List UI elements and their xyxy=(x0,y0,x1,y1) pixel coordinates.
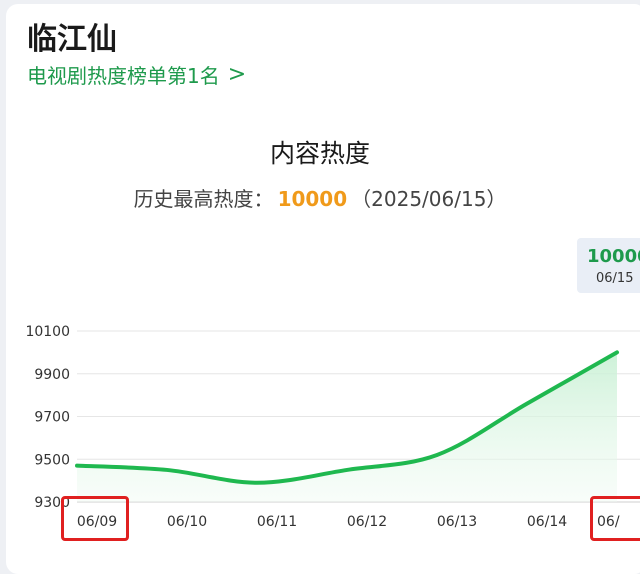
y-tick-label: 9500 xyxy=(34,452,70,468)
x-tick-label: 06/14 xyxy=(527,514,567,530)
x-tick-label: 06/11 xyxy=(257,514,297,530)
tooltip-value: 10000 xyxy=(587,246,640,267)
heat-area xyxy=(77,352,617,502)
highlight-box-last-date xyxy=(590,496,640,541)
value-tooltip: 10000 06/15 xyxy=(577,238,640,293)
x-tick-label: 06/10 xyxy=(167,514,207,530)
y-tick-label: 10100 xyxy=(25,324,70,340)
highlight-box-first-date xyxy=(61,496,129,541)
tooltip-date: 06/15 xyxy=(596,271,633,286)
y-tick-label: 9900 xyxy=(34,367,70,383)
heat-chart[interactable]: 930095009700990010100 06/0906/1006/1106/… xyxy=(0,0,640,563)
y-tick-label: 9700 xyxy=(34,410,70,426)
x-tick-label: 06/13 xyxy=(437,514,477,530)
x-tick-label: 06/12 xyxy=(347,514,387,530)
